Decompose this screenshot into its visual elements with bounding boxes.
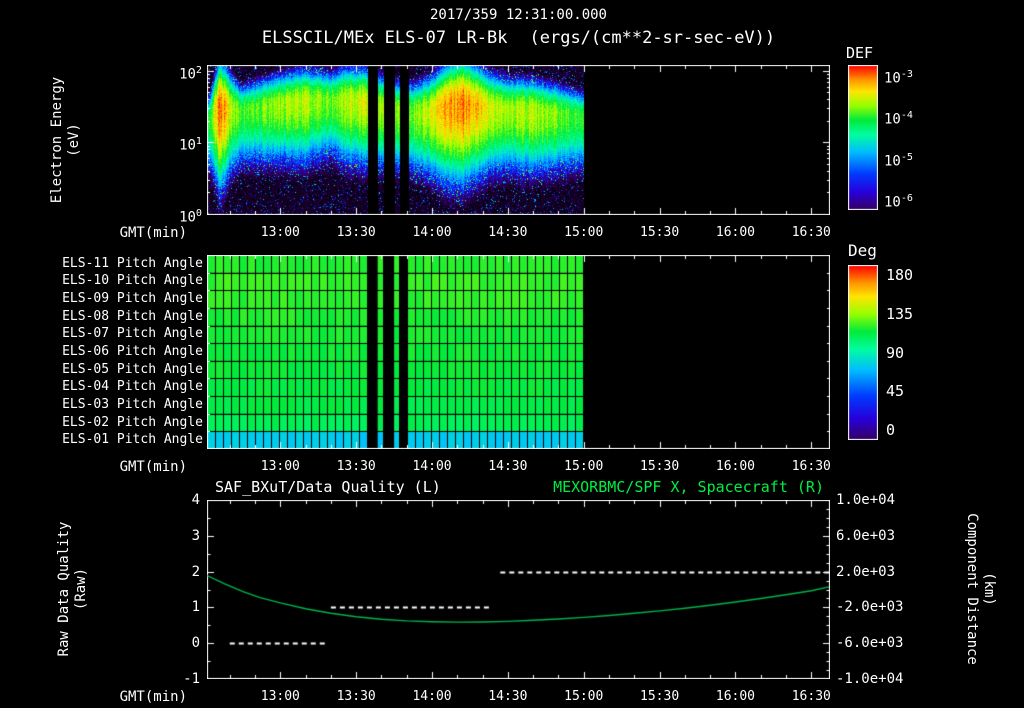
- x-tick-label: 13:00: [260, 459, 300, 474]
- spectrogram-ylabel-units: (eV): [66, 123, 82, 157]
- distance-tick-label: 6.0e+03: [836, 527, 896, 544]
- distance-tick-label: -2.0e+03: [836, 599, 904, 616]
- deg-colorbar-tick-label: 0: [886, 421, 896, 440]
- pitch-row-label: ELS-04 Pitch Angle: [62, 379, 203, 395]
- x-axis-label: GMT(min): [119, 225, 187, 241]
- header-timestamp: 2017/359 12:31:00.000: [429, 7, 607, 23]
- def-colorbar-tick-label: 10-6: [884, 193, 913, 211]
- quality-tick-label: 1: [191, 599, 200, 616]
- pitch-row-label: ELS-06 Pitch Angle: [62, 344, 203, 359]
- right-axis-chart-title: MEXORBMC/SPF X, Spacecraft (R): [553, 478, 824, 496]
- units-label: (ergs/(cm**2-sr-sec-eV)): [529, 28, 776, 48]
- x-tick-label: 14:00: [412, 459, 452, 474]
- deg-colorbar-tick-label: 135: [886, 304, 914, 323]
- electron-energy-spectrogram-canvas: [207, 65, 830, 215]
- def-colorbar-tick-label: 10-4: [884, 110, 913, 129]
- pitch-row-label: ELS-09 Pitch Angle: [62, 291, 203, 307]
- x-tick-label: 16:00: [715, 689, 756, 704]
- deg-colorbar-title: Deg: [848, 241, 877, 260]
- quality-tick-label: 0: [191, 635, 200, 652]
- els-summary-plot-page: 2017/359 12:31:00.000 ELSSCIL/MEx ELS-07…: [0, 0, 1024, 708]
- pitch-row-label: ELS-05 Pitch Angle: [62, 361, 203, 377]
- pitch-angle-canvas: [207, 255, 830, 449]
- x-axis-label: GMT(min): [119, 459, 187, 475]
- x-tick-label: 15:00: [564, 225, 604, 240]
- deg-colorbar-tick-label: 180: [886, 265, 914, 284]
- x-tick-label: 14:30: [488, 689, 528, 704]
- quality-tick-label: -1: [183, 671, 200, 687]
- x-tick-label: 15:30: [640, 689, 680, 704]
- distance-ylabel: Component Distance: [964, 513, 980, 665]
- pitch-row-label: ELS-01 Pitch Angle: [62, 432, 203, 448]
- header-title-line: ELSSCIL/MEx ELS-07 LR-Bk (ergs/(cm**2-sr…: [207, 28, 830, 48]
- pitch-row-label: ELS-02 Pitch Angle: [62, 414, 203, 430]
- pitch-row-label: ELS-11 Pitch Angle: [62, 255, 203, 271]
- energy-tick-label: 100: [179, 208, 202, 226]
- distance-ylabel-units: (km): [981, 572, 997, 606]
- deg-colorbar-tick-label: 45: [886, 382, 905, 401]
- quality-tick-label: 3: [191, 527, 200, 544]
- quality-tick-label: 4: [191, 492, 200, 508]
- x-tick-label: 15:00: [564, 689, 604, 704]
- def-colorbar-tick-label: 10-5: [884, 151, 913, 170]
- quality-ylabel-units: (Raw): [73, 567, 89, 611]
- x-tick-label: 15:30: [640, 459, 680, 474]
- deg-colorbar-tick-label: 90: [886, 343, 905, 362]
- x-tick-label: 14:00: [412, 689, 452, 704]
- energy-tick-label: 101: [179, 136, 202, 155]
- pitch-row-label: ELS-07 Pitch Angle: [62, 326, 203, 342]
- energy-tick-label: 102: [179, 64, 202, 83]
- def-colorbar-title: DEF: [846, 44, 874, 62]
- distance-tick-label: -6.0e+03: [836, 635, 904, 652]
- pitch-row-label: ELS-10 Pitch Angle: [62, 273, 203, 289]
- x-tick-label: 13:30: [336, 225, 376, 240]
- distance-tick-label: -1.0e+04: [836, 671, 904, 687]
- pitch-row-label: ELS-03 Pitch Angle: [62, 396, 203, 412]
- x-tick-label: 13:00: [260, 689, 300, 704]
- instrument-title: ELSSCIL/MEx ELS-07 LR-Bk: [261, 28, 508, 48]
- quality-ylabel: Raw Data Quality: [56, 521, 72, 657]
- x-tick-label: 14:30: [488, 225, 528, 240]
- quality-distance-canvas: [207, 500, 830, 679]
- x-tick-label: 14:00: [412, 225, 452, 240]
- x-tick-label: 16:00: [715, 225, 756, 240]
- quality-tick-label: 2: [191, 563, 200, 580]
- x-tick-label: 15:30: [640, 225, 680, 240]
- bottom-panel-titles: SAF_BXuT/Data Quality (L) MEXORBMC/SPF X…: [207, 478, 830, 496]
- x-tick-label: 16:30: [791, 689, 831, 704]
- pitch-row-label: ELS-08 Pitch Angle: [62, 308, 203, 324]
- x-tick-label: 14:30: [488, 459, 528, 474]
- x-tick-label: 13:30: [336, 459, 376, 474]
- distance-tick-label: 2.0e+03: [836, 563, 896, 580]
- def-colorbar-canvas: [848, 65, 878, 210]
- def-colorbar-tick-label: 10-3: [884, 69, 913, 87]
- x-tick-label: 16:30: [791, 225, 831, 240]
- left-axis-chart-title: SAF_BXuT/Data Quality (L): [215, 478, 441, 496]
- x-tick-label: 15:00: [564, 459, 604, 474]
- x-tick-label: 16:00: [715, 459, 756, 474]
- x-tick-label: 16:30: [791, 459, 831, 474]
- distance-tick-label: 1.0e+04: [836, 492, 896, 508]
- x-axis-label: GMT(min): [119, 689, 187, 705]
- deg-colorbar-canvas: [848, 265, 878, 440]
- x-tick-label: 13:30: [336, 689, 376, 704]
- spectrogram-ylabel: Electron Energy: [49, 76, 65, 204]
- x-tick-label: 13:00: [260, 225, 300, 240]
